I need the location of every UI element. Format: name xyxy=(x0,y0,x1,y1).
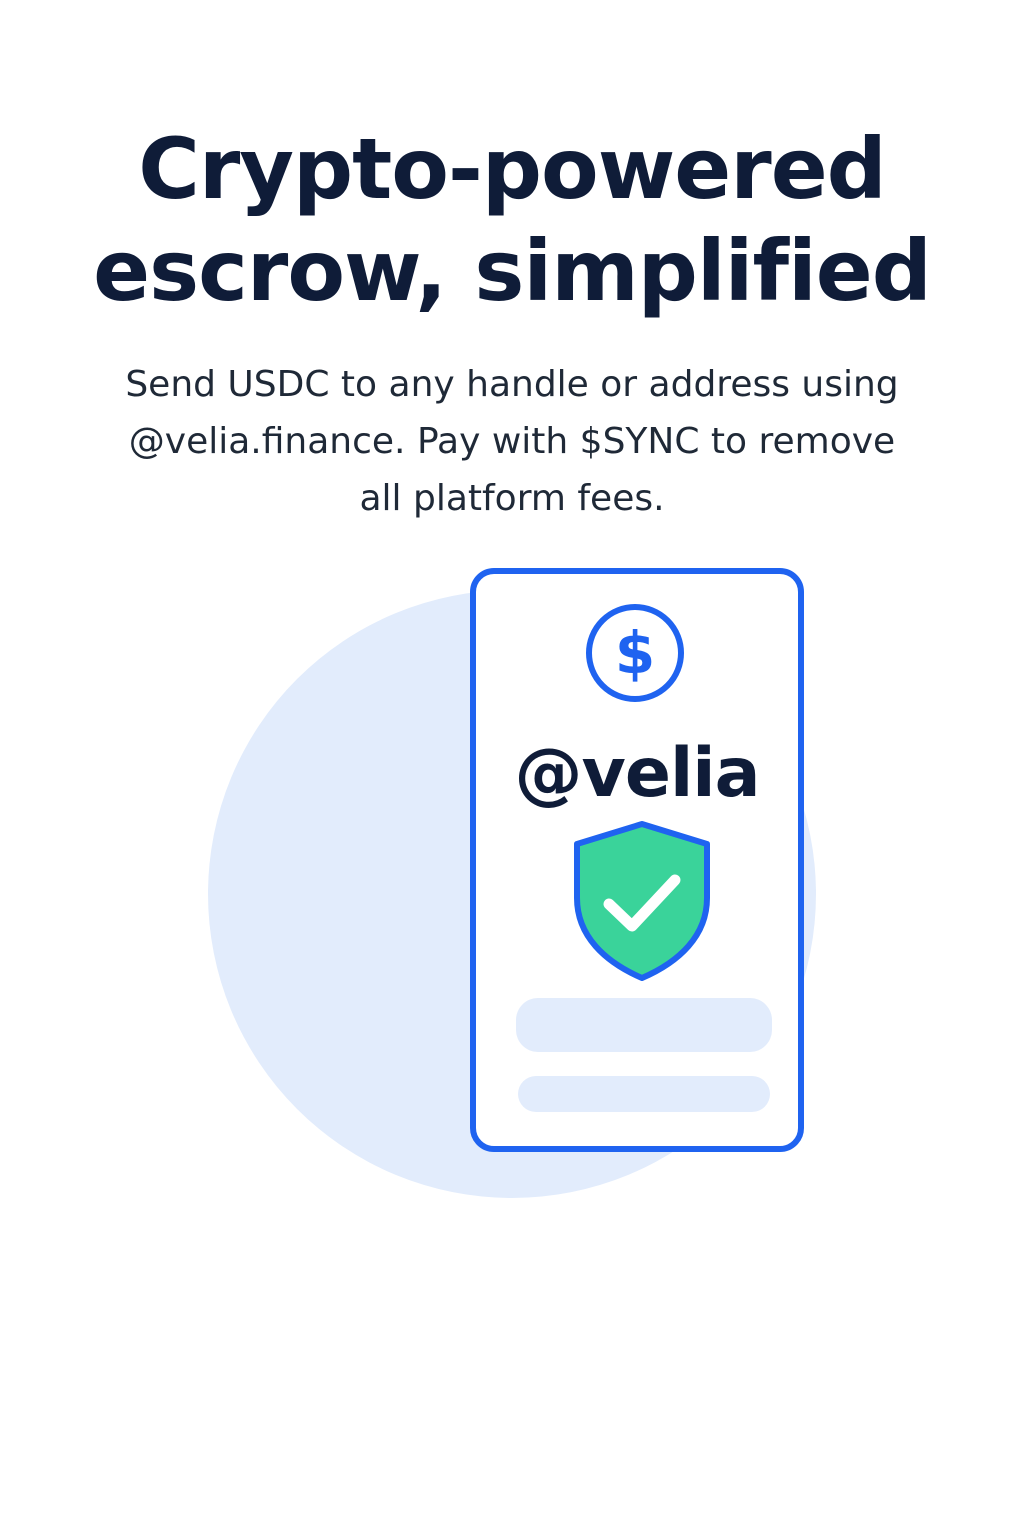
headline-line-1: Crypto-powered xyxy=(138,120,887,218)
subhead-line-1: Send USDC to any handle or address using xyxy=(125,364,899,405)
phone-card-illustration: $ @velia xyxy=(470,568,804,1152)
placeholder-bar-2 xyxy=(518,1076,770,1112)
subhead-line-2: @velia.finance. Pay with $SYNC to remove xyxy=(128,421,896,462)
subhead-line-3: all platform fees. xyxy=(359,478,665,519)
shield-check-icon xyxy=(574,821,710,981)
placeholder-bar-1 xyxy=(516,998,772,1052)
headline-line-2: escrow, simplified xyxy=(93,222,932,320)
dollar-coin-icon: $ xyxy=(586,604,684,702)
headline: Crypto-powered escrow, simplified xyxy=(0,118,1024,322)
subheadline: Send USDC to any handle or address using… xyxy=(0,356,1024,527)
dollar-sign: $ xyxy=(614,619,656,687)
handle-text: @velia xyxy=(514,734,761,813)
